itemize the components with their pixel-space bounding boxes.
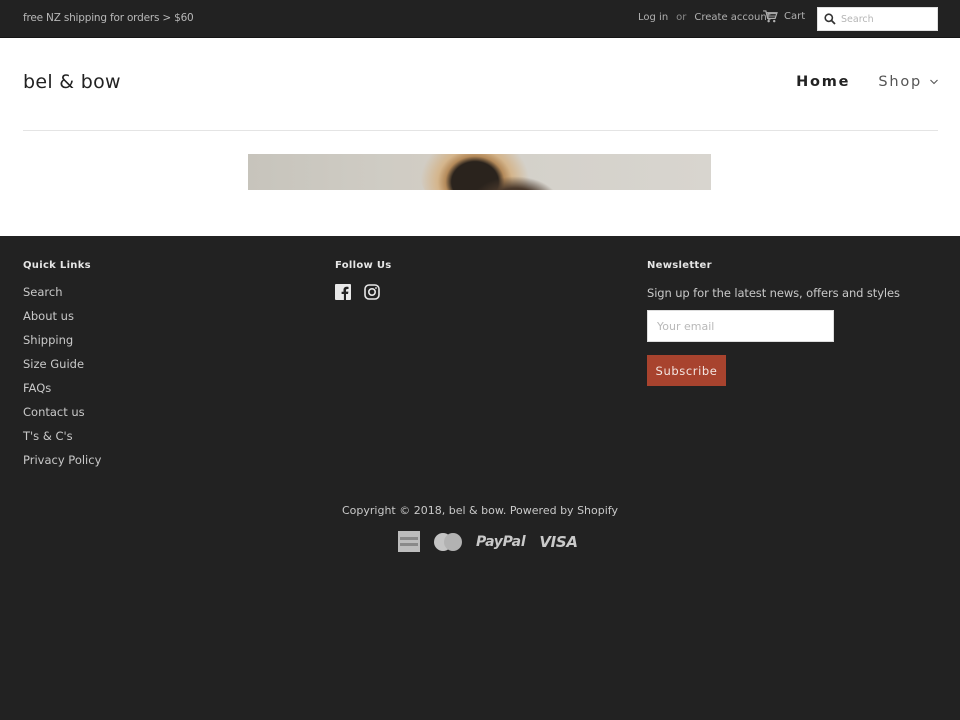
footer-link-size-guide[interactable]: Size Guide: [23, 357, 84, 371]
search-icon[interactable]: [824, 13, 836, 25]
visa-icon: VISA: [539, 532, 578, 551]
payment-icons: PayPal VISA: [398, 531, 578, 552]
footer-link-search[interactable]: Search: [23, 285, 63, 299]
follow-us-title: Follow Us: [335, 260, 392, 271]
announcement-bar: free NZ shipping for orders > $60 Log in…: [0, 0, 960, 38]
nav-shop-label: Shop: [878, 74, 922, 90]
footer-link-item: FAQs: [23, 381, 101, 405]
newsletter-title: Newsletter: [647, 260, 712, 271]
create-account-link[interactable]: Create account: [694, 12, 770, 23]
site-logo[interactable]: bel & bow: [23, 71, 121, 93]
social-icons: [335, 284, 392, 304]
header-divider: [23, 130, 938, 131]
account-links: Log in or Create account: [638, 12, 771, 23]
copyright: Copyright © 2018, bel & bow. Powered by …: [0, 504, 960, 517]
quick-links-section: Quick Links Search About us Shipping Siz…: [23, 260, 101, 477]
follow-us-section: Follow Us: [335, 260, 392, 304]
mastercard-icon: [434, 532, 462, 551]
instagram-icon: [364, 284, 380, 300]
login-link[interactable]: Log in: [638, 12, 668, 23]
copyright-prefix: Copyright © 2018,: [342, 504, 446, 517]
quick-links-title: Quick Links: [23, 260, 91, 271]
chevron-down-icon: [930, 79, 938, 85]
footer-link-privacy[interactable]: Privacy Policy: [23, 453, 101, 467]
footer-link-item: Contact us: [23, 405, 101, 429]
quick-links-list: Search About us Shipping Size Guide FAQs…: [23, 285, 101, 477]
instagram-link[interactable]: [364, 284, 380, 304]
facebook-icon: [335, 284, 351, 300]
or-separator: or: [676, 12, 687, 23]
search-input[interactable]: [841, 13, 936, 25]
footer-link-contact[interactable]: Contact us: [23, 405, 85, 419]
newsletter-section: Newsletter Sign up for the latest news, …: [647, 260, 900, 386]
nav-home[interactable]: Home: [796, 74, 850, 90]
footer-link-item: Shipping: [23, 333, 101, 357]
footer-link-faqs[interactable]: FAQs: [23, 381, 51, 395]
newsletter-description: Sign up for the latest news, offers and …: [647, 286, 900, 300]
facebook-link[interactable]: [335, 284, 351, 304]
cart-icon: [763, 10, 778, 23]
site-footer: Quick Links Search About us Shipping Siz…: [0, 236, 960, 720]
footer-link-item: T's & C's: [23, 429, 101, 453]
search-box[interactable]: [817, 7, 938, 31]
newsletter-email-input[interactable]: [647, 310, 834, 342]
nav-shop[interactable]: Shop: [878, 74, 938, 90]
footer-link-item: Size Guide: [23, 357, 101, 381]
hero-image: [248, 154, 711, 190]
shipping-promo-text: free NZ shipping for orders > $60: [23, 12, 194, 24]
footer-link-item: Search: [23, 285, 101, 309]
paypal-icon: PayPal: [476, 533, 526, 550]
copyright-period: .: [502, 504, 507, 517]
footer-link-shipping[interactable]: Shipping: [23, 333, 73, 347]
cart-link[interactable]: Cart: [763, 10, 805, 23]
powered-by-link[interactable]: Powered by Shopify: [510, 504, 618, 517]
cart-label: Cart: [784, 11, 806, 22]
footer-link-about[interactable]: About us: [23, 309, 74, 323]
footer-link-item: About us: [23, 309, 101, 333]
site-header: bel & bow Home Shop: [0, 38, 960, 236]
subscribe-button[interactable]: Subscribe: [647, 355, 726, 386]
copyright-brand-link[interactable]: bel & bow: [449, 504, 503, 517]
footer-link-item: Privacy Policy: [23, 453, 101, 477]
main-nav: Home Shop: [796, 74, 938, 90]
amex-icon: [398, 531, 420, 552]
footer-link-terms[interactable]: T's & C's: [23, 429, 73, 443]
